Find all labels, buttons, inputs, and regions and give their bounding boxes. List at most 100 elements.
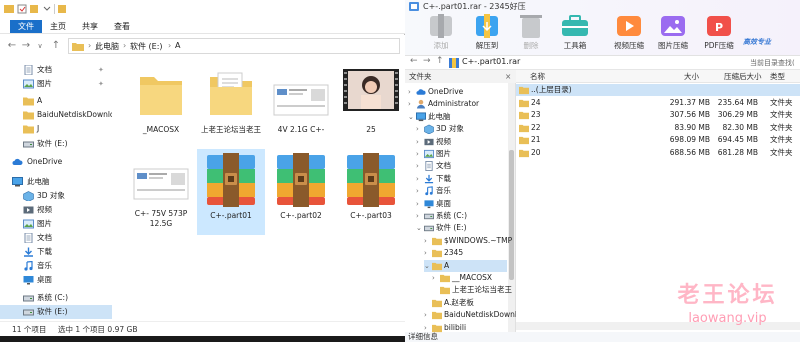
tree-item[interactable]: ⌄ 此电脑	[408, 111, 507, 123]
file-tile[interactable]: 4V 2.1G C+-	[267, 65, 335, 151]
up-arrow-icon[interactable]: ↑	[436, 56, 444, 66]
toolbar-button-delete[interactable]: 删除	[509, 12, 553, 52]
file-tile[interactable]: _MACOSX	[127, 65, 195, 151]
toolbar-button-image-compress[interactable]: 图片压缩	[651, 12, 695, 52]
chevron-right-icon[interactable]: ›	[408, 86, 411, 98]
tree-item[interactable]: › 下载	[416, 173, 507, 185]
tree-item[interactable]: 上老王论坛当老王	[432, 284, 512, 296]
sidebar-item[interactable]: 图片 ✦	[0, 77, 112, 91]
chevron-down-icon[interactable]: ⌄	[408, 111, 414, 123]
toolbar-button-video-compress[interactable]: 视频压缩	[607, 12, 651, 52]
tree-item[interactable]: A.赵老板	[424, 297, 507, 309]
table-row[interactable]: 22 83.90 MB 82.30 MB 文件夹	[516, 122, 800, 134]
tree-item[interactable]: › __MACOSX	[432, 272, 507, 284]
tree-item[interactable]: › 桌面	[416, 198, 507, 210]
tab-file[interactable]: 文件	[10, 20, 42, 33]
sidebar-item[interactable]: 3D 对象	[0, 189, 112, 203]
tree-item[interactable]: › 系统 (C:)	[416, 210, 507, 222]
breadcrumb-drive-e[interactable]: 软件 (E:)	[130, 41, 163, 52]
sidebar-item[interactable]: 文档 ✦	[0, 63, 112, 77]
toolbar-button-pdf-compress[interactable]: P PDF压缩	[697, 12, 741, 52]
sidebar-item[interactable]: 此电脑	[0, 175, 112, 189]
tree-item[interactable]: › OneDrive	[408, 86, 507, 98]
table-row[interactable]: 23 307.56 MB 306.29 MB 文件夹	[516, 109, 800, 121]
tab-view[interactable]: 查看	[110, 20, 134, 33]
file-tile[interactable]: C+-.part02	[267, 149, 335, 235]
chevron-down-icon[interactable]: ⌄	[424, 260, 430, 272]
chevron-right-icon[interactable]: ›	[416, 210, 419, 222]
sidebar-item[interactable]: 文档	[0, 231, 112, 245]
sidebar-item[interactable]: A	[0, 94, 112, 108]
parent-directory-row[interactable]: ..(上层目录)	[516, 84, 800, 96]
file-tile[interactable]: 上老王论坛当老王	[197, 65, 265, 151]
tree-scroll-thumb[interactable]	[509, 150, 514, 280]
breadcrumb[interactable]: › 此电脑 › 软件 (E:) › A	[68, 38, 400, 54]
tree-item[interactable]: › 3D 对象	[416, 123, 507, 135]
download-icon	[424, 174, 434, 184]
chevron-right-icon[interactable]: ›	[416, 136, 419, 148]
column-type[interactable]: 类型	[770, 70, 785, 83]
tree-item[interactable]: › 图片	[416, 148, 507, 160]
toolbar-button-add-archive[interactable]: 添加	[419, 12, 463, 52]
tree-item[interactable]: › 视频	[416, 136, 507, 148]
file-tile[interactable]: C+-.part03	[337, 149, 405, 235]
chevron-right-icon[interactable]: ›	[416, 185, 419, 197]
quick-access-toolbar[interactable]	[4, 4, 66, 15]
chevron-right-icon[interactable]: ›	[408, 98, 411, 110]
tree-item[interactable]: ⌄ A	[424, 259, 507, 272]
chevron-down-icon[interactable]: ⌄	[416, 222, 422, 234]
chevron-right-icon[interactable]: ›	[416, 160, 419, 172]
forward-arrow-icon[interactable]: →	[423, 56, 431, 66]
chevron-right-icon[interactable]: ›	[416, 173, 419, 185]
archive-path[interactable]: C+-.part01.rar	[462, 57, 520, 66]
toolbar-button-extract[interactable]: 解压到	[465, 12, 509, 52]
sidebar-item[interactable]: 音乐	[0, 259, 112, 273]
close-icon[interactable]: ×	[505, 70, 511, 83]
tab-home[interactable]: 主页	[46, 20, 70, 33]
chevron-right-icon[interactable]: ›	[432, 272, 435, 284]
tree-item[interactable]: › $WINDOWS.~TMP	[424, 235, 512, 247]
back-arrow-icon[interactable]: ←	[6, 39, 18, 53]
sidebar-item[interactable]: OneDrive	[0, 155, 112, 169]
column-size[interactable]: 大小	[684, 70, 699, 83]
tree-item[interactable]: ⌄ 软件 (E:)	[416, 222, 507, 234]
sidebar-item[interactable]: 桌面	[0, 273, 112, 287]
tree-item[interactable]: › 文档	[416, 160, 507, 172]
tree-item[interactable]: › Administrator	[408, 98, 507, 110]
tree-item[interactable]: › BaiduNetdiskDownl	[424, 309, 517, 321]
tab-share[interactable]: 共享	[78, 20, 102, 33]
sidebar-item[interactable]: 视频	[0, 203, 112, 217]
horizontal-scrollbar[interactable]	[516, 322, 800, 330]
tree-item[interactable]: › 音乐	[416, 185, 507, 197]
up-arrow-icon[interactable]: ↑	[50, 39, 62, 53]
tree-item[interactable]: › 2345	[424, 247, 507, 259]
column-packed-size[interactable]: 压缩后大小	[724, 70, 762, 83]
chevron-right-icon[interactable]: ›	[424, 247, 427, 259]
chevron-right-icon[interactable]: ›	[416, 123, 419, 135]
toolbar-button-toolbox[interactable]: 工具箱	[553, 12, 597, 52]
column-name[interactable]: 名称	[530, 70, 545, 83]
file-tile[interactable]: 25	[337, 65, 405, 151]
chevron-right-icon[interactable]: ›	[424, 235, 427, 247]
forward-arrow-icon[interactable]: →	[20, 39, 32, 53]
search-input[interactable]: 当前目录查找(	[750, 57, 800, 69]
sidebar-item[interactable]: J	[0, 122, 112, 136]
chevron-right-icon[interactable]: ›	[416, 148, 419, 160]
sidebar-item[interactable]: BaiduNetdiskDownlo	[0, 108, 112, 122]
breadcrumb-folder-a[interactable]: A	[175, 41, 180, 50]
chevron-right-icon[interactable]: ›	[416, 198, 419, 210]
sidebar-item[interactable]: 系统 (C:)	[0, 291, 112, 305]
sidebar-item[interactable]: 软件 (E:)	[0, 137, 112, 151]
file-tile[interactable]: C+- 75V 573P 12.5G	[127, 149, 195, 235]
table-row[interactable]: 24 291.37 MB 235.64 MB 文件夹	[516, 97, 800, 109]
table-row[interactable]: 20 688.56 MB 681.28 MB 文件夹	[516, 147, 800, 159]
sidebar-item[interactable]: 软件 (E:)	[0, 305, 112, 319]
breadcrumb-this-pc[interactable]: 此电脑	[95, 41, 119, 52]
sidebar-item[interactable]: 图片	[0, 217, 112, 231]
back-arrow-icon[interactable]: ←	[410, 56, 418, 66]
file-tile[interactable]: C+-.part01	[197, 149, 265, 235]
table-row[interactable]: 21 698.09 MB 694.45 MB 文件夹	[516, 134, 800, 146]
chevron-right-icon[interactable]: ›	[424, 309, 427, 321]
sidebar-item[interactable]: 下载	[0, 245, 112, 259]
recent-chevron-icon[interactable]: ∨	[34, 39, 46, 53]
